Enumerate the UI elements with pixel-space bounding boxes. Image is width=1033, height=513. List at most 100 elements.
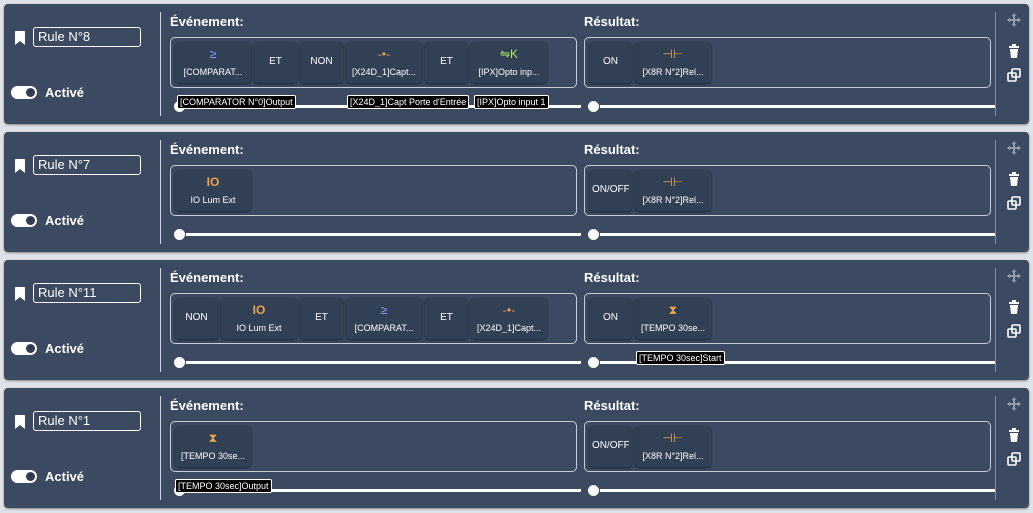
event-block[interactable]: ET	[300, 298, 343, 339]
block-label: [IPX]Opto inp...	[478, 67, 540, 77]
divider	[160, 396, 161, 500]
trash-icon[interactable]	[1007, 300, 1021, 314]
io-icon: IO	[206, 175, 220, 189]
rule-name-input[interactable]: Rule N°7	[33, 155, 141, 175]
bookmark-icon[interactable]	[15, 159, 25, 173]
bookmark-icon[interactable]	[15, 31, 25, 45]
trash-icon[interactable]	[1007, 44, 1021, 58]
result-drop-zone[interactable]: ON/OFF ⊣⊢ [X8R N°2]Rel...	[584, 421, 991, 472]
event-block[interactable]: ⧗ [TEMPO 30se...	[175, 426, 251, 467]
block-label: ET	[440, 57, 453, 67]
result-title: Résultat:	[584, 270, 640, 285]
duplicate-icon[interactable]	[1007, 68, 1021, 82]
event-drop-zone[interactable]: ≥ [COMPARAT... ET NON -•- [X24D_1]Capt... ET ⇋K…	[170, 37, 577, 88]
result-slider-track[interactable]	[590, 105, 995, 108]
active-label: Activé	[45, 469, 85, 484]
block-label: IO Lum Ext	[236, 323, 282, 333]
result-drop-zone[interactable]: ON ⧗ [TEMPO 30se...	[584, 293, 991, 344]
block-label: NON	[185, 313, 208, 323]
trash-icon[interactable]	[1007, 428, 1021, 442]
result-block[interactable]: ON	[589, 298, 632, 339]
divider	[995, 12, 996, 116]
result-drop-zone[interactable]: ON ⊣⊢ [X8R N°2]Rel...	[584, 37, 991, 88]
result-slider-handle[interactable]	[587, 228, 600, 241]
block-label: [X8R N°2]Rel...	[642, 195, 704, 205]
duplicate-icon[interactable]	[1007, 452, 1021, 466]
result-slider-track[interactable]	[590, 489, 995, 492]
result-drop-zone[interactable]: ON/OFF ⊣⊢ [X8R N°2]Rel...	[584, 165, 991, 216]
rule-name-input[interactable]: Rule N°11	[33, 283, 141, 303]
rule-header: Rule N°1 Activé	[4, 388, 162, 508]
event-output-tag: [X24D_1]Capt Porte d'Entrée	[347, 95, 470, 109]
result-slider-handle[interactable]	[587, 100, 600, 113]
active-toggle[interactable]	[11, 86, 37, 99]
sensor-icon: -•-	[502, 303, 516, 317]
event-drop-zone[interactable]: ⧗ [TEMPO 30se...	[170, 421, 577, 472]
event-slider-track[interactable]	[176, 233, 581, 236]
event-drop-zone[interactable]: NON IO IO Lum Ext ET ≥ [COMPARAT... ET -•- [X24D…	[170, 293, 577, 344]
move-icon[interactable]	[1007, 397, 1021, 411]
result-title: Résultat:	[584, 142, 640, 157]
trash-icon[interactable]	[1007, 172, 1021, 186]
event-block[interactable]: ET	[425, 298, 468, 339]
greater-equal-icon: ≥	[209, 47, 217, 61]
event-block[interactable]: ⇋K [IPX]Opto inp...	[471, 42, 547, 83]
bookmark-icon[interactable]	[15, 415, 25, 429]
rule-card: Rule N°8 Activé Événement: ≥ [COMPARAT... ET N…	[4, 4, 1029, 124]
active-toggle[interactable]	[11, 470, 37, 483]
block-label: ON	[603, 313, 618, 323]
move-icon[interactable]	[1007, 269, 1021, 283]
result-block[interactable]: ⊣⊢ [X8R N°2]Rel...	[635, 170, 711, 211]
bookmark-icon[interactable]	[15, 287, 25, 301]
block-label: [X24D_1]Capt...	[351, 67, 417, 77]
event-block[interactable]: ≥ [COMPARAT...	[346, 298, 422, 339]
block-label: ON	[603, 57, 618, 67]
result-block[interactable]: ⊣⊢ [X8R N°2]Rel...	[635, 42, 711, 83]
move-icon[interactable]	[1007, 141, 1021, 155]
result-slider-track[interactable]	[590, 233, 995, 236]
rule-card: Rule N°7 Activé Événement: IO IO Lum Ext Résu…	[4, 132, 1029, 252]
event-block[interactable]: NON	[300, 42, 343, 83]
rule-name-input[interactable]: Rule N°1	[33, 411, 141, 431]
result-slider-handle[interactable]	[587, 356, 600, 369]
result-block[interactable]: ON/OFF	[589, 170, 632, 211]
result-block[interactable]: ON	[589, 42, 632, 83]
event-block[interactable]: IO IO Lum Ext	[221, 298, 297, 339]
event-output-tag: [COMPARATOR N°0]Output	[177, 95, 296, 109]
block-label: [COMPARAT...	[354, 323, 414, 333]
divider	[995, 268, 996, 372]
rule-header: Rule N°11 Activé	[4, 260, 162, 380]
event-slider-handle[interactable]	[173, 228, 186, 241]
result-slider-handle[interactable]	[587, 484, 600, 497]
event-slider-handle[interactable]	[173, 356, 186, 369]
duplicate-icon[interactable]	[1007, 324, 1021, 338]
event-slider-track[interactable]	[176, 361, 581, 364]
result-block[interactable]: ⧗ [TEMPO 30se...	[635, 298, 711, 339]
event-block[interactable]: -•- [X24D_1]Capt...	[346, 42, 422, 83]
active-label: Activé	[45, 213, 85, 228]
move-icon[interactable]	[1007, 13, 1021, 27]
divider	[995, 140, 996, 244]
block-label: [TEMPO 30se...	[180, 451, 246, 461]
event-title: Événement:	[170, 14, 244, 29]
block-label: ON/OFF	[592, 185, 629, 195]
event-block[interactable]: ET	[254, 42, 297, 83]
active-toggle[interactable]	[11, 342, 37, 355]
rule-name-input[interactable]: Rule N°8	[33, 27, 141, 47]
active-toggle[interactable]	[11, 214, 37, 227]
result-block[interactable]: ⊣⊢ [X8R N°2]Rel...	[635, 426, 711, 467]
active-label: Activé	[45, 85, 85, 100]
sensor-icon: -•-	[377, 47, 391, 61]
duplicate-icon[interactable]	[1007, 196, 1021, 210]
divider	[995, 396, 996, 500]
relay-icon: ⊣⊢	[662, 431, 684, 445]
result-block[interactable]: ON/OFF	[589, 426, 632, 467]
event-block[interactable]: -•- [X24D_1]Capt...	[471, 298, 547, 339]
block-label: ET	[315, 313, 328, 323]
event-block[interactable]: ≥ [COMPARAT...	[175, 42, 251, 83]
event-block[interactable]: IO IO Lum Ext	[175, 170, 251, 211]
event-block[interactable]: NON	[175, 298, 218, 339]
event-block[interactable]: ET	[425, 42, 468, 83]
event-drop-zone[interactable]: IO IO Lum Ext	[170, 165, 577, 216]
block-label: [X8R N°2]Rel...	[642, 67, 704, 77]
